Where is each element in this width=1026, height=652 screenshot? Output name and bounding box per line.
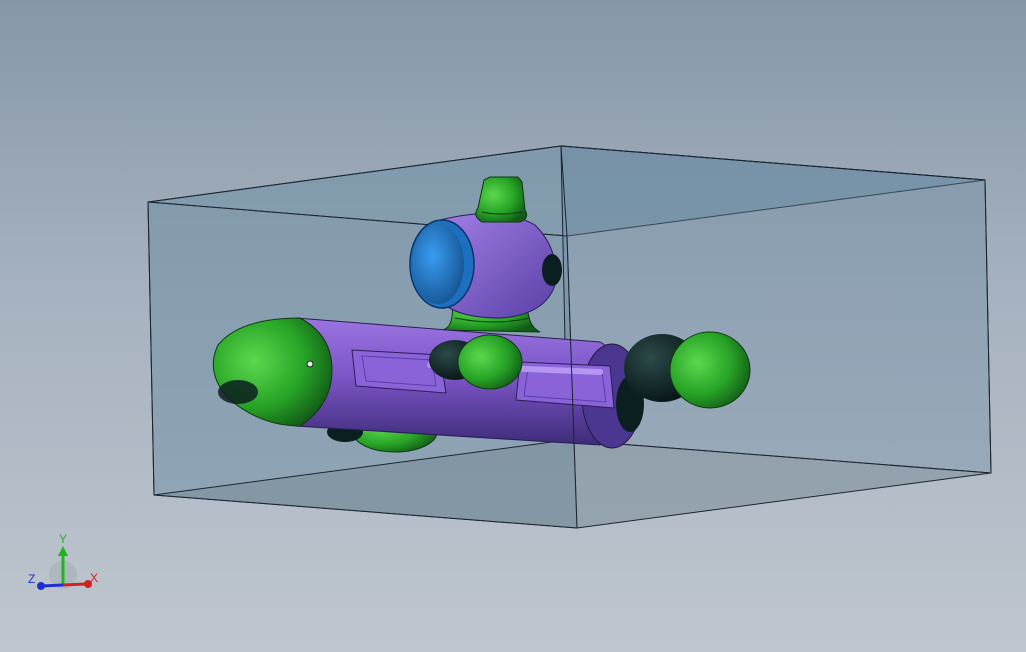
model-scene[interactable] bbox=[0, 0, 1026, 652]
y-axis-label: Y bbox=[59, 532, 67, 546]
top-mast bbox=[475, 176, 528, 223]
right-thruster bbox=[669, 331, 751, 409]
x-axis-label: X bbox=[90, 571, 98, 585]
camera-lens bbox=[412, 224, 464, 304]
x-axis bbox=[62, 582, 87, 587]
coordinate-triad: Y Z X bbox=[28, 532, 98, 590]
z-axis bbox=[41, 583, 64, 588]
mid-thruster bbox=[457, 334, 523, 390]
z-axis-label: Z bbox=[28, 572, 35, 586]
nose-sensor-dot bbox=[306, 360, 314, 368]
cad-viewport[interactable]: Y Z X bbox=[0, 0, 1026, 652]
